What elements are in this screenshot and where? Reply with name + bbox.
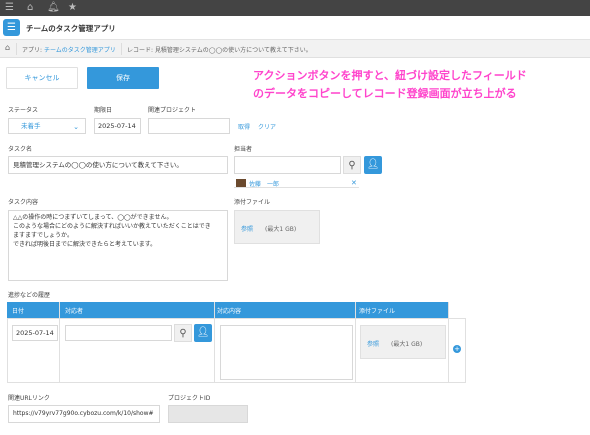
breadcrumb-app-link[interactable]: チームのタスク管理アプリ bbox=[44, 47, 116, 54]
column-header-attachment: 添付ファイル bbox=[359, 308, 396, 315]
star-icon[interactable]: ★ bbox=[68, 2, 77, 14]
status-select[interactable]: 未着手 ⌄ bbox=[8, 118, 86, 134]
column-header-date: 日付 bbox=[12, 308, 25, 315]
table-row: 2025-07-14 ⚲ 👤︎ 参照 (最大1 GB) bbox=[7, 318, 466, 383]
related-url-field[interactable]: https://v79yrv77g90o.cybozu.com/k/10/sho… bbox=[8, 405, 160, 423]
app-title: チームのタスク管理アプリ bbox=[26, 24, 116, 33]
task-name-label: タスク名 bbox=[8, 146, 33, 153]
app-header: ☰ チームのタスク管理アプリ bbox=[0, 16, 590, 40]
project-lookup-field[interactable] bbox=[148, 118, 230, 134]
history-label: 進捗などの履歴 bbox=[8, 292, 51, 299]
history-table-header: 日付 対応者 対応内容 添付ファイル bbox=[7, 302, 448, 318]
column-header-content: 対応内容 bbox=[217, 308, 242, 315]
column-divider bbox=[448, 302, 449, 383]
annotation-line-2: のデータをコピーしてレコード登録画面が立ち上がる bbox=[253, 87, 517, 100]
breadcrumb-record: レコード: 見積管理システムの◯◯の使い方について教えて下さい。 bbox=[127, 47, 312, 54]
plus-icon[interactable]: + bbox=[453, 345, 461, 353]
browse-button[interactable]: 参照 bbox=[367, 339, 379, 348]
menu-icon[interactable]: ☰ bbox=[5, 2, 14, 14]
due-date-field[interactable]: 2025-07-14 bbox=[94, 118, 141, 134]
chevron-down-icon: ⌄ bbox=[73, 123, 79, 131]
project-id-field bbox=[168, 405, 248, 423]
attachment-dropzone[interactable]: 参照 (最大1 GB) bbox=[234, 210, 320, 244]
attachment-size-limit: (最大1 GB) bbox=[391, 341, 423, 348]
history-attachment-dropzone[interactable]: 参照 (最大1 GB) bbox=[360, 325, 446, 359]
home-icon[interactable]: ⌂ bbox=[27, 2, 33, 14]
search-icon[interactable]: ⚲ bbox=[174, 324, 192, 342]
task-content-textarea[interactable]: △△の操作の時につまずいてしまって、◯◯ができません。 このような場合にどのよう… bbox=[8, 210, 228, 281]
close-icon[interactable]: ✕ bbox=[351, 179, 357, 187]
history-date-field[interactable]: 2025-07-14 bbox=[12, 325, 58, 341]
clear-link[interactable]: クリア bbox=[258, 122, 276, 131]
column-header-responder: 対応者 bbox=[65, 308, 84, 315]
cancel-button[interactable]: キャンセル bbox=[6, 67, 78, 89]
divider bbox=[234, 187, 359, 188]
status-value: 未着手 bbox=[21, 122, 41, 130]
project-label: 関連プロジェクト bbox=[148, 107, 197, 114]
breadcrumb-divider bbox=[16, 43, 17, 55]
breadcrumb-app[interactable]: アプリ: チームのタスク管理アプリ bbox=[22, 45, 116, 54]
task-name-field[interactable]: 見積管理システムの◯◯の使い方について教えて下さい。 bbox=[8, 156, 228, 174]
breadcrumb-divider bbox=[121, 43, 122, 55]
bell-icon[interactable]: 🔔︎ bbox=[47, 2, 60, 14]
column-divider bbox=[59, 302, 60, 383]
due-date-label: 期限日 bbox=[94, 107, 113, 114]
app-list-icon[interactable]: ☰ bbox=[3, 19, 20, 36]
status-label: ステータス bbox=[8, 107, 39, 114]
fetch-link[interactable]: 取得 bbox=[238, 122, 250, 131]
browse-button[interactable]: 参照 bbox=[241, 224, 253, 233]
breadcrumb: ⌂ アプリ: チームのタスク管理アプリ レコード: 見積管理システムの◯◯の使い… bbox=[0, 40, 590, 58]
breadcrumb-app-prefix: アプリ: bbox=[22, 47, 44, 54]
user-icon[interactable]: 👤︎ bbox=[364, 156, 382, 174]
user-icon[interactable]: 👤︎ bbox=[194, 324, 212, 342]
assignee-search-input[interactable] bbox=[234, 156, 341, 174]
related-url-label: 関連URLリンク bbox=[8, 395, 50, 402]
annotation-line-1: アクションボタンを押すと、紐づけ設定したフィールド bbox=[253, 69, 527, 82]
attachment-size-limit: (最大1 GB) bbox=[265, 226, 297, 233]
project-id-label: プロジェクトID bbox=[168, 395, 211, 402]
avatar bbox=[236, 179, 246, 187]
history-content-textarea[interactable] bbox=[220, 325, 353, 380]
home-icon[interactable]: ⌂ bbox=[5, 43, 10, 52]
search-icon[interactable]: ⚲ bbox=[343, 156, 361, 174]
column-divider bbox=[355, 302, 356, 383]
global-header: ☰ ⌂ 🔔︎ ★ bbox=[0, 0, 590, 16]
attachment-label: 添付ファイル bbox=[234, 199, 271, 206]
save-button[interactable]: 保存 bbox=[87, 67, 159, 89]
history-responder-input[interactable] bbox=[65, 325, 172, 341]
column-divider bbox=[214, 302, 215, 383]
task-content-label: タスク内容 bbox=[8, 199, 39, 206]
assignee-label: 担当者 bbox=[234, 146, 253, 153]
